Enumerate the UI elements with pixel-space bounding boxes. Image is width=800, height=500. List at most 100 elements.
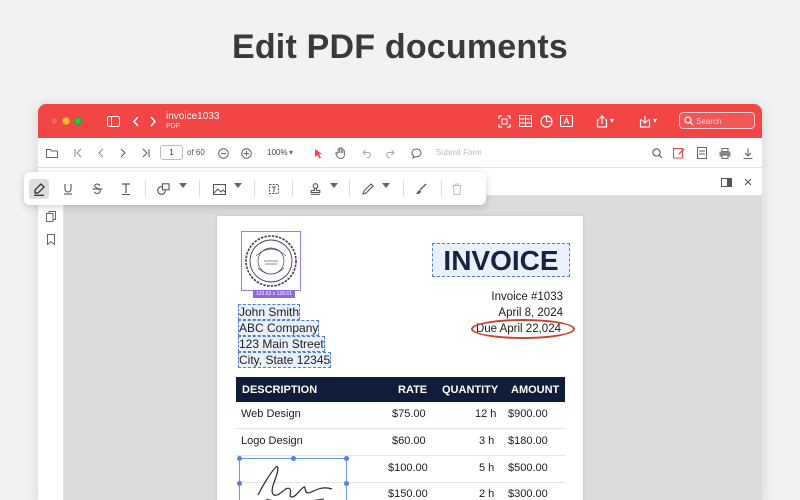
underline-icon[interactable] [58, 179, 78, 199]
search-icon [684, 116, 694, 126]
prev-page-icon[interactable] [94, 146, 108, 160]
headline: Edit PDF documents [231, 28, 569, 66]
toolbar-divider [254, 180, 255, 197]
sidebar-toggle-icon[interactable] [104, 112, 122, 130]
stamp-icon[interactable] [305, 179, 325, 199]
form-icon[interactable] [695, 146, 709, 160]
invoice-title[interactable]: INVOICE [432, 243, 570, 277]
minimize-window-button[interactable] [62, 117, 70, 125]
search-icon[interactable] [650, 146, 664, 160]
resize-handle[interactable] [237, 456, 242, 461]
resize-handle[interactable] [344, 481, 349, 486]
invoice-number: Invoice #1033 [491, 291, 563, 303]
left-sidebar [38, 196, 64, 500]
title-bar: invoice1033 PDF ▾ ▾ [38, 104, 762, 138]
resize-handle[interactable] [344, 456, 349, 461]
pen-chevron-down-icon[interactable] [382, 183, 390, 188]
table-cell-rate: $75.00 [392, 408, 426, 420]
highlighter-icon[interactable] [29, 179, 49, 199]
image-icon[interactable] [209, 179, 229, 199]
close-window-button[interactable] [50, 117, 58, 125]
annotation-toolbar [24, 172, 486, 205]
table-cell-rate: $150.00 [388, 488, 428, 500]
pages-icon[interactable] [44, 209, 58, 223]
billing-name[interactable]: John Smith [238, 304, 301, 320]
table-cell-quantity: 3 h [479, 435, 495, 447]
document-type: PDF [166, 123, 180, 130]
signature-icon [257, 465, 333, 500]
toolbar-divider [403, 180, 404, 197]
welcome-stamp-icon [245, 235, 297, 287]
first-page-icon[interactable] [71, 146, 85, 160]
billing-city[interactable]: City, State 12345 [238, 352, 332, 368]
table-cell-amount: $500.00 [508, 462, 548, 474]
back-icon[interactable] [127, 112, 145, 130]
billing-street[interactable]: 123 Main Street [238, 336, 325, 352]
ocr-icon[interactable] [495, 112, 513, 130]
maximize-window-button[interactable] [74, 117, 82, 125]
resize-handle[interactable] [237, 481, 242, 486]
panel-toggle-icon[interactable] [719, 175, 733, 189]
signature-annotation[interactable] [237, 456, 349, 500]
text-icon[interactable] [116, 179, 136, 199]
table-cell-quantity: 5 h [479, 462, 495, 474]
stamp-annotation[interactable] [241, 231, 301, 291]
submit-form-button[interactable]: Submit Form [436, 148, 482, 157]
table-cell-description: Logo Design [241, 435, 303, 447]
share-chevron-down-icon[interactable]: ▾ [607, 112, 617, 130]
column-header: AMOUNT [511, 384, 560, 396]
stamp-chevron-down-icon[interactable] [330, 183, 338, 188]
bookmark-icon[interactable] [44, 232, 58, 246]
search-input[interactable] [696, 115, 752, 127]
close-icon[interactable] [741, 175, 755, 189]
toolbar-divider [199, 180, 200, 197]
table-cell-quantity: 2 h [479, 488, 495, 500]
main-toolbar: 1 of 60 100% ▾ Submit Form [38, 138, 762, 168]
export-chevron-down-icon[interactable]: ▾ [650, 112, 660, 130]
forward-icon[interactable] [144, 112, 162, 130]
redo-icon[interactable] [382, 146, 396, 160]
table-header: DESCRIPTION RATE QUANTITY AMOUNT [236, 377, 565, 402]
brush-icon[interactable] [411, 179, 431, 199]
column-header: DESCRIPTION [242, 384, 318, 396]
page-number-input[interactable]: 1 [160, 145, 183, 160]
comment-icon[interactable] [409, 146, 423, 160]
zoom-out-icon[interactable] [216, 146, 230, 160]
table-cell-amount: $900.00 [508, 408, 548, 420]
next-page-icon[interactable] [116, 146, 130, 160]
page-total: of 60 [187, 148, 205, 157]
shapes-icon[interactable] [153, 179, 173, 199]
select-cursor-icon[interactable] [311, 146, 325, 160]
image-chevron-down-icon[interactable] [234, 183, 242, 188]
table-cell-rate: $100.00 [388, 462, 428, 474]
download-icon[interactable] [741, 146, 755, 160]
document-title: invoice1033 [166, 111, 220, 122]
hand-icon[interactable] [333, 146, 347, 160]
table-cell-quantity: 12 h [475, 408, 497, 420]
zoom-in-icon[interactable] [239, 146, 253, 160]
search-box[interactable] [679, 112, 755, 129]
print-icon[interactable] [718, 146, 732, 160]
table-cell-description: Web Design [241, 408, 301, 420]
pen-icon[interactable] [358, 179, 378, 199]
undo-icon[interactable] [360, 146, 374, 160]
table-row-divider [236, 428, 565, 429]
table-cell-rate: $60.00 [392, 435, 426, 447]
shapes-chevron-down-icon[interactable] [179, 183, 187, 188]
billing-company[interactable]: ABC Company [238, 320, 320, 336]
strikethrough-icon[interactable] [87, 179, 107, 199]
markup-icon[interactable] [672, 146, 686, 160]
chart-icon[interactable] [537, 112, 555, 130]
text-frame-icon[interactable] [557, 112, 575, 130]
text-box-icon[interactable] [264, 179, 284, 199]
due-date-oval-annotation[interactable] [471, 319, 575, 339]
trash-icon[interactable] [447, 179, 467, 199]
column-header: QUANTITY [442, 384, 499, 396]
table-cell-amount: $180.00 [508, 435, 548, 447]
zoom-chevron-down-icon[interactable]: ▾ [284, 146, 298, 160]
resize-handle[interactable] [291, 456, 296, 461]
pdf-page[interactable]: 123.63 x 128.61 INVOICE Invoice #1033 Ap… [217, 216, 583, 500]
table-icon[interactable] [516, 112, 534, 130]
last-page-icon[interactable] [139, 146, 153, 160]
folder-icon[interactable] [45, 146, 59, 160]
